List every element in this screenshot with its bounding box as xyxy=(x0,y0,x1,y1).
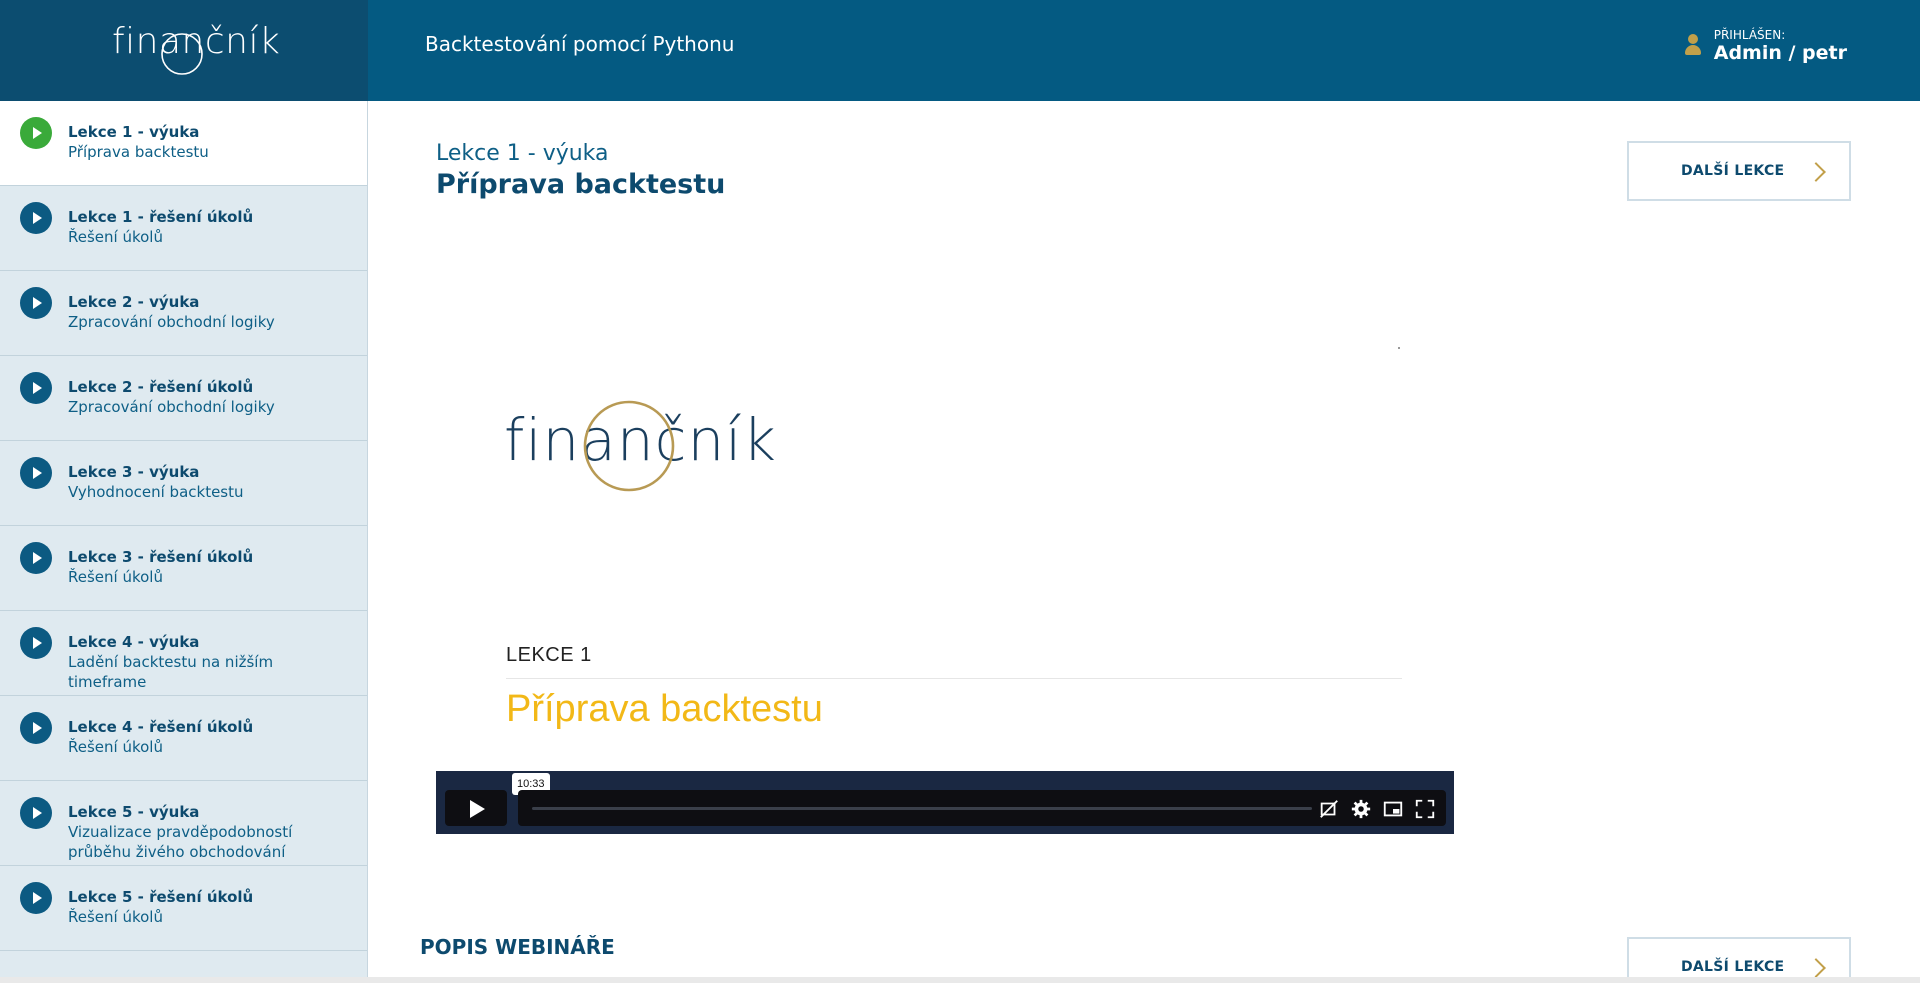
lesson-item-subtitle: Příprava backtestu xyxy=(68,143,209,161)
lesson-item-subtitle: Vyhodnocení backtestu xyxy=(68,483,244,501)
picture-in-picture-icon[interactable] xyxy=(1382,798,1404,820)
lesson-item-subtitle: Vizualizace pravděpodobností průběhu živ… xyxy=(68,823,293,861)
control-bar xyxy=(518,790,1446,826)
lesson-item-title: Lekce 3 - řešení úkolů xyxy=(68,548,254,566)
lesson-heading: Lekce 1 - výuka Příprava backtestu xyxy=(436,140,725,202)
play-circle-icon[interactable] xyxy=(20,457,52,489)
settings-icon[interactable] xyxy=(1350,798,1372,820)
lesson-item-title: Lekce 2 - výuka xyxy=(68,293,200,311)
lesson-item-title: Lekce 3 - výuka xyxy=(68,463,200,481)
lesson-item-title: Lekce 1 - výuka xyxy=(68,123,200,141)
captions-off-icon[interactable] xyxy=(1318,798,1340,820)
lesson-item-subtitle: Řešení úkolů xyxy=(68,738,163,756)
user-name: Admin / petr xyxy=(1713,42,1847,64)
lesson-item-subtitle: Zpracování obchodní logiky xyxy=(68,313,275,331)
slide-logo-swoosh-icon xyxy=(583,400,675,492)
sidebar-lesson-item[interactable]: Lekce 1 - řešení úkolů Řešení úkolů xyxy=(0,186,367,271)
sidebar-lesson-item[interactable]: Lekce 5 - řešení úkolů Řešení úkolů xyxy=(0,866,367,951)
sidebar-lesson-item[interactable]: Lekce 3 - řešení úkolů Řešení úkolů xyxy=(0,526,367,611)
play-circle-icon[interactable] xyxy=(20,287,52,319)
lesson-sidebar: Lekce 1 - výuka Příprava backtestu Lekce 1… xyxy=(0,101,368,983)
progress-bar[interactable] xyxy=(532,807,1312,810)
sidebar-lesson-item[interactable]: Lekce 4 - výuka Ladění backtestu na nižší… xyxy=(0,611,367,696)
play-circle-icon[interactable] xyxy=(20,712,52,744)
slide-divider xyxy=(506,678,1402,679)
financnik-logo[interactable]: finančník xyxy=(112,18,280,76)
lesson-item-title: Lekce 5 - výuka xyxy=(68,803,200,821)
lesson-title: Příprava backtestu xyxy=(436,169,726,200)
fullscreen-icon[interactable] xyxy=(1414,798,1436,820)
next-lesson-label: DALŠÍ LEKCE xyxy=(1681,959,1785,975)
brand-area: finančník xyxy=(0,0,368,101)
play-circle-icon[interactable] xyxy=(20,882,52,914)
video-player[interactable]: finančník LEKCE 1 Příprava backtestu 10:… xyxy=(436,230,1454,834)
lesson-item-title: Lekce 4 - řešení úkolů xyxy=(68,718,254,736)
section-title: POPIS WEBINÁŘE xyxy=(420,935,615,959)
sidebar-lesson-item[interactable]: Lekce 3 - výuka Vyhodnocení backtestu xyxy=(0,441,367,526)
sidebar-lesson-item[interactable]: Lekce 2 - výuka Zpracování obchodní logik… xyxy=(0,271,367,356)
play-button[interactable] xyxy=(445,790,507,826)
lesson-item-title: Lekce 2 - řešení úkolů xyxy=(68,378,254,396)
play-circle-icon[interactable] xyxy=(20,542,52,574)
slide-lesson-number: LEKCE 1 xyxy=(506,644,592,666)
slide-title: Příprava backtestu xyxy=(506,688,823,730)
chevron-right-icon xyxy=(1806,162,1826,182)
user-info[interactable]: PŘIHLÁŠEN: Admin / petr xyxy=(1684,28,1847,64)
next-lesson-label: DALŠÍ LEKCE xyxy=(1681,163,1785,179)
play-circle-icon[interactable] xyxy=(20,372,52,404)
sidebar-lesson-item[interactable]: Lekce 1 - výuka Příprava backtestu xyxy=(0,101,367,186)
lesson-item-subtitle: Řešení úkolů xyxy=(68,228,163,246)
play-circle-icon[interactable] xyxy=(20,117,52,149)
play-circle-icon[interactable] xyxy=(20,797,52,829)
chevron-right-icon xyxy=(1806,958,1826,978)
play-circle-icon[interactable] xyxy=(20,627,52,659)
lesson-label: Lekce 1 - výuka xyxy=(436,141,609,166)
lesson-item-title: Lekce 5 - řešení úkolů xyxy=(68,888,254,906)
next-lesson-button[interactable]: DALŠÍ LEKCE xyxy=(1627,141,1851,201)
lesson-item-subtitle: Řešení úkolů xyxy=(68,568,163,586)
lesson-item-subtitle: Zpracování obchodní logiky xyxy=(68,398,275,416)
slide-dot xyxy=(1398,347,1400,349)
sidebar-lesson-item[interactable]: Lekce 5 - výuka Vizualizace pravděpodobno… xyxy=(0,781,367,866)
play-circle-icon[interactable] xyxy=(20,202,52,234)
lesson-item-subtitle: Řešení úkolů xyxy=(68,908,163,926)
user-icon xyxy=(1684,34,1702,58)
bottom-scroll-strip xyxy=(0,977,1920,983)
lesson-item-title: Lekce 1 - řešení úkolů xyxy=(68,208,254,226)
slide-logo: finančník xyxy=(504,400,776,500)
logo-swoosh-icon xyxy=(161,33,203,75)
lesson-item-title: Lekce 4 - výuka xyxy=(68,633,200,651)
sidebar-lesson-item[interactable]: Lekce 4 - řešení úkolů Řešení úkolů xyxy=(0,696,367,781)
player-controls: 10:33 xyxy=(436,771,1454,834)
lesson-item-subtitle: Ladění backtestu na nižším timeframe xyxy=(68,653,274,691)
sidebar-lesson-item[interactable]: Lekce 2 - řešení úkolů Zpracování obchodn… xyxy=(0,356,367,441)
user-label: PŘIHLÁŠEN: xyxy=(1713,28,1786,42)
course-title: Backtestování pomocí Pythonu xyxy=(425,32,735,56)
